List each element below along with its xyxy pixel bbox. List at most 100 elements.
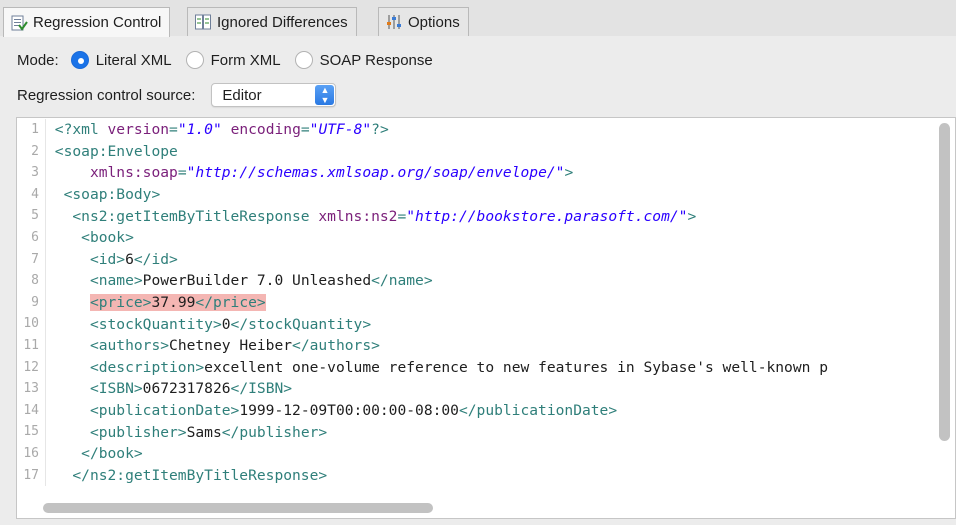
line-number: 9 — [17, 291, 46, 314]
source-label: Regression control source: — [17, 86, 196, 104]
code-token: "1.0" — [177, 121, 222, 139]
code-token: = — [300, 121, 310, 139]
code-token: encoding — [230, 121, 301, 139]
code-text: <book> — [46, 229, 134, 246]
code-token: = — [177, 164, 187, 182]
code-token: </authors> — [292, 337, 380, 355]
code-token: </publisher> — [221, 423, 328, 441]
code-token: <ISBN> — [54, 380, 143, 398]
code-text: <soap:Body> — [46, 186, 161, 204]
code-token: </stockQuantity> — [230, 315, 372, 333]
code-line: 2 <soap:Envelope — [17, 140, 955, 163]
code-line: 14 <publicationDate>1999-12-09T00:00:00-… — [17, 399, 955, 422]
code-line: 15 <publisher>Sams</publisher> — [17, 421, 955, 443]
code-text: <stockQuantity>0</stockQuantity> — [46, 316, 371, 333]
regression-control-icon — [10, 14, 28, 32]
code-token: </id> — [133, 250, 178, 268]
tab-label: Options — [408, 13, 460, 31]
radio-dot — [185, 51, 204, 69]
code-token: <ns2:getItemByTitleResponse — [54, 207, 319, 225]
code-text: <soap:Envelope — [46, 143, 178, 160]
code-line: 9 <price>37.99</price> — [17, 291, 955, 314]
horizontal-scrollbar[interactable] — [43, 503, 433, 513]
line-number: 15 — [17, 421, 46, 443]
mode-radio-soap-response[interactable]: SOAP Response — [294, 51, 433, 69]
line-number: 16 — [17, 442, 46, 465]
tab-ignored-differences[interactable]: Ignored Differences — [187, 7, 357, 36]
line-number: 4 — [17, 183, 46, 206]
mode-row: Mode: Literal XML Form XML SOAP Response — [17, 49, 447, 71]
code-token: <price> — [89, 294, 152, 312]
tab-regression-control[interactable]: Regression Control — [3, 7, 171, 37]
radio-label: Form XML — [210, 51, 281, 69]
code-token: excellent one-volume reference to new fe… — [204, 358, 828, 376]
code-text: <ISBN>0672317826</ISBN> — [46, 380, 292, 397]
radio-dot — [294, 51, 313, 69]
mode-radio-literal-xml[interactable]: Literal XML — [70, 51, 172, 69]
code-line: 13 <ISBN>0672317826</ISBN> — [17, 378, 955, 400]
code-token: PowerBuilder 7.0 Unleashed — [142, 272, 372, 290]
code-token: <name> — [54, 272, 143, 290]
tab-label: Regression Control — [33, 14, 162, 31]
code-token: <stockQuantity> — [54, 315, 222, 333]
line-number: 1 — [17, 119, 46, 141]
code-token: <publicationDate> — [54, 402, 240, 420]
line-number: 7 — [17, 248, 46, 271]
code-token: xmlns:soap — [89, 164, 178, 182]
code-text: <publicationDate>1999-12-09T00:00:00-08:… — [46, 402, 617, 419]
code-line: 10 <stockQuantity>0</stockQuantity> — [17, 313, 955, 335]
code-token: "http://bookstore.parasoft.com/" — [406, 207, 688, 225]
ignored-differences-icon — [194, 13, 212, 31]
source-select[interactable]: Editor ▲ ▼ — [211, 83, 337, 107]
code-token: </book> — [54, 445, 143, 463]
code-token: <id> — [54, 250, 126, 268]
code-token: </ISBN> — [230, 380, 293, 398]
radio-label: SOAP Response — [319, 51, 433, 69]
code-token: <authors> — [54, 337, 170, 355]
code-text: <description>excellent one-volume refere… — [46, 359, 828, 376]
code-token: <book> — [54, 229, 134, 247]
line-number: 8 — [17, 270, 46, 292]
code-token: > — [687, 207, 697, 225]
code-token: 6 — [125, 250, 134, 268]
options-sliders-icon — [385, 13, 403, 31]
vertical-scrollbar[interactable] — [939, 123, 950, 441]
radio-label: Literal XML — [95, 51, 172, 69]
code-line: 5 <ns2:getItemByTitleResponse xmlns:ns2=… — [17, 205, 955, 227]
code-line: 6 <book> — [17, 226, 955, 249]
code-token: </publicationDate> — [458, 402, 618, 420]
code-text: </ns2:getItemByTitleResponse> — [46, 467, 327, 484]
code-token: <soap:Body> — [54, 186, 161, 204]
code-line: 1 <?xml version="1.0" encoding="UTF-8"?> — [17, 119, 955, 141]
xml-editor[interactable]: 1 <?xml version="1.0" encoding="UTF-8"?>… — [16, 117, 956, 519]
code-token: = — [397, 207, 407, 225]
code-token: </name> — [371, 272, 433, 290]
code-text: <name>PowerBuilder 7.0 Unleashed</name> — [46, 272, 433, 289]
code-text: <ns2:getItemByTitleResponse xmlns:ns2="h… — [46, 208, 696, 225]
line-number: 10 — [17, 313, 46, 335]
code-token: <publisher> — [54, 423, 187, 441]
mode-radio-form-xml[interactable]: Form XML — [185, 51, 281, 69]
line-number: 3 — [17, 162, 46, 184]
code-token: 1999-12-09T00:00:00-08:00 — [239, 402, 459, 420]
code-token: <?xml — [54, 121, 108, 139]
code-line: 12 <description>excellent one-volume ref… — [17, 356, 955, 379]
code-text: xmlns:soap="http://schemas.xmlsoap.org/s… — [46, 164, 573, 181]
line-number: 17 — [17, 464, 46, 487]
code-token: = — [169, 121, 178, 139]
code-token: </price> — [195, 294, 266, 312]
regression-control-panel: Mode: Literal XML Form XML SOAP Response… — [0, 36, 956, 525]
code-token: Chetney Heiber — [169, 337, 293, 355]
line-number: 5 — [17, 205, 46, 227]
code-line: 7 <id>6</id> — [17, 248, 955, 271]
diff-highlight: <price>37.99</price> — [89, 294, 266, 312]
code-text: <authors>Chetney Heiber</authors> — [46, 337, 380, 354]
mode-label: Mode: — [17, 51, 59, 69]
tab-options[interactable]: Options — [378, 7, 469, 36]
line-number: 2 — [17, 140, 46, 163]
code-line: 8 <name>PowerBuilder 7.0 Unleashed</name… — [17, 270, 955, 292]
code-token: 37.99 — [151, 294, 196, 312]
line-number: 12 — [17, 356, 46, 379]
